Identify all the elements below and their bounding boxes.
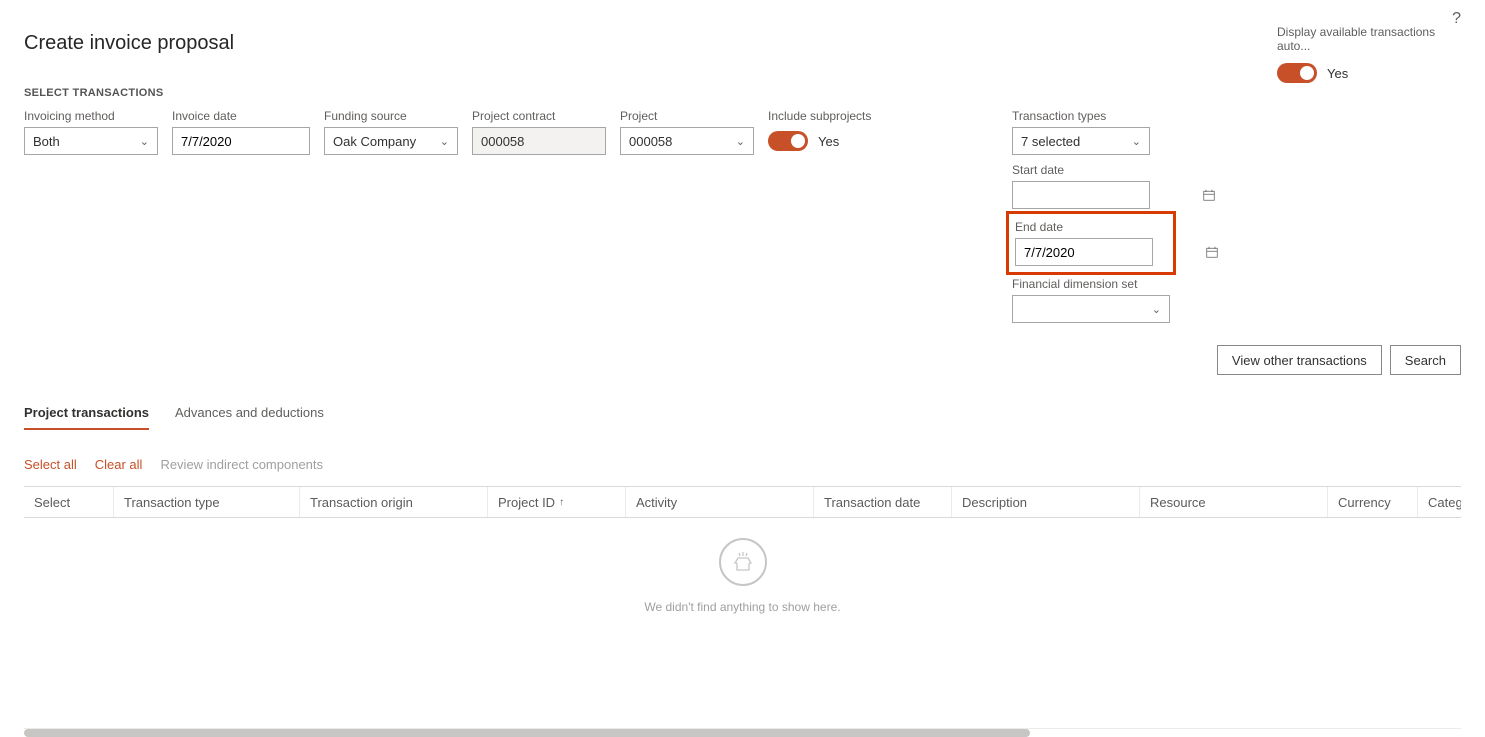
horizontal-scrollbar[interactable] <box>24 728 1461 736</box>
project-contract-value: 000058 <box>481 134 524 149</box>
chevron-down-icon: ⌄ <box>140 135 149 148</box>
include-subprojects-toggle[interactable] <box>768 131 808 151</box>
end-date-field[interactable] <box>1024 239 1200 265</box>
end-date-highlight: End date <box>1006 211 1176 275</box>
auto-display-toggle[interactable] <box>1277 63 1317 83</box>
tab-project-transactions[interactable]: Project transactions <box>24 405 149 430</box>
auto-display-label: Display available transactions auto... <box>1277 25 1457 53</box>
section-header-select-transactions: SELECT TRANSACTIONS <box>24 87 1461 99</box>
help-icon[interactable]: ? <box>1452 10 1461 28</box>
chevron-down-icon: ⌄ <box>440 135 449 148</box>
invoicing-method-value: Both <box>33 134 60 149</box>
review-indirect-link: Review indirect components <box>160 457 323 472</box>
financial-dimension-select[interactable]: ⌄ <box>1012 295 1170 323</box>
chevron-down-icon: ⌄ <box>1152 303 1161 316</box>
calendar-icon[interactable] <box>1203 189 1215 201</box>
search-button[interactable]: Search <box>1390 345 1461 375</box>
include-subprojects-label: Include subprojects <box>768 109 898 123</box>
invoice-date-input[interactable] <box>172 127 310 155</box>
transaction-types-select[interactable]: 7 selected ⌄ <box>1012 127 1150 155</box>
tab-advances-deductions[interactable]: Advances and deductions <box>175 405 324 430</box>
empty-state-icon <box>719 538 767 586</box>
th-transaction-date[interactable]: Transaction date <box>814 487 952 517</box>
clear-all-link[interactable]: Clear all <box>95 457 143 472</box>
table-header: Select Transaction type Transaction orig… <box>24 486 1461 518</box>
select-all-link[interactable]: Select all <box>24 457 77 472</box>
invoicing-method-label: Invoicing method <box>24 109 158 123</box>
funding-source-label: Funding source <box>324 109 458 123</box>
start-date-label: Start date <box>1012 163 1150 177</box>
th-category[interactable]: Category <box>1418 487 1461 517</box>
th-resource[interactable]: Resource <box>1140 487 1328 517</box>
project-label: Project <box>620 109 754 123</box>
empty-state-text: We didn't find anything to show here. <box>644 600 840 614</box>
funding-source-value: Oak Company <box>333 134 416 149</box>
th-transaction-type[interactable]: Transaction type <box>114 487 300 517</box>
end-date-input[interactable] <box>1015 238 1153 266</box>
th-activity[interactable]: Activity <box>626 487 814 517</box>
th-transaction-origin[interactable]: Transaction origin <box>300 487 488 517</box>
project-value: 000058 <box>629 134 672 149</box>
auto-display-value: Yes <box>1327 66 1348 81</box>
include-subprojects-value: Yes <box>818 134 839 149</box>
invoicing-method-select[interactable]: Both ⌄ <box>24 127 158 155</box>
th-select[interactable]: Select <box>24 487 114 517</box>
calendar-icon[interactable] <box>1206 246 1218 258</box>
start-date-input[interactable] <box>1012 181 1150 209</box>
financial-dimension-label: Financial dimension set <box>1012 277 1170 291</box>
project-contract-field: 000058 <box>472 127 606 155</box>
invoice-date-label: Invoice date <box>172 109 310 123</box>
view-other-transactions-button[interactable]: View other transactions <box>1217 345 1382 375</box>
transaction-types-value: 7 selected <box>1021 134 1080 149</box>
th-project-id[interactable]: Project ID ↑ <box>488 487 626 517</box>
project-select[interactable]: 000058 ⌄ <box>620 127 754 155</box>
funding-source-select[interactable]: Oak Company ⌄ <box>324 127 458 155</box>
chevron-down-icon: ⌄ <box>736 135 745 148</box>
end-date-label: End date <box>1015 220 1153 234</box>
start-date-field[interactable] <box>1021 182 1197 208</box>
page-title: Create invoice proposal <box>24 32 1461 55</box>
th-currency[interactable]: Currency <box>1328 487 1418 517</box>
transaction-types-label: Transaction types <box>1012 109 1150 123</box>
auto-display-block: Display available transactions auto... Y… <box>1277 25 1457 87</box>
chevron-down-icon: ⌄ <box>1132 135 1141 148</box>
project-contract-label: Project contract <box>472 109 606 123</box>
th-description[interactable]: Description <box>952 487 1140 517</box>
sort-ascending-icon: ↑ <box>559 497 564 508</box>
empty-state: We didn't find anything to show here. <box>24 518 1461 718</box>
